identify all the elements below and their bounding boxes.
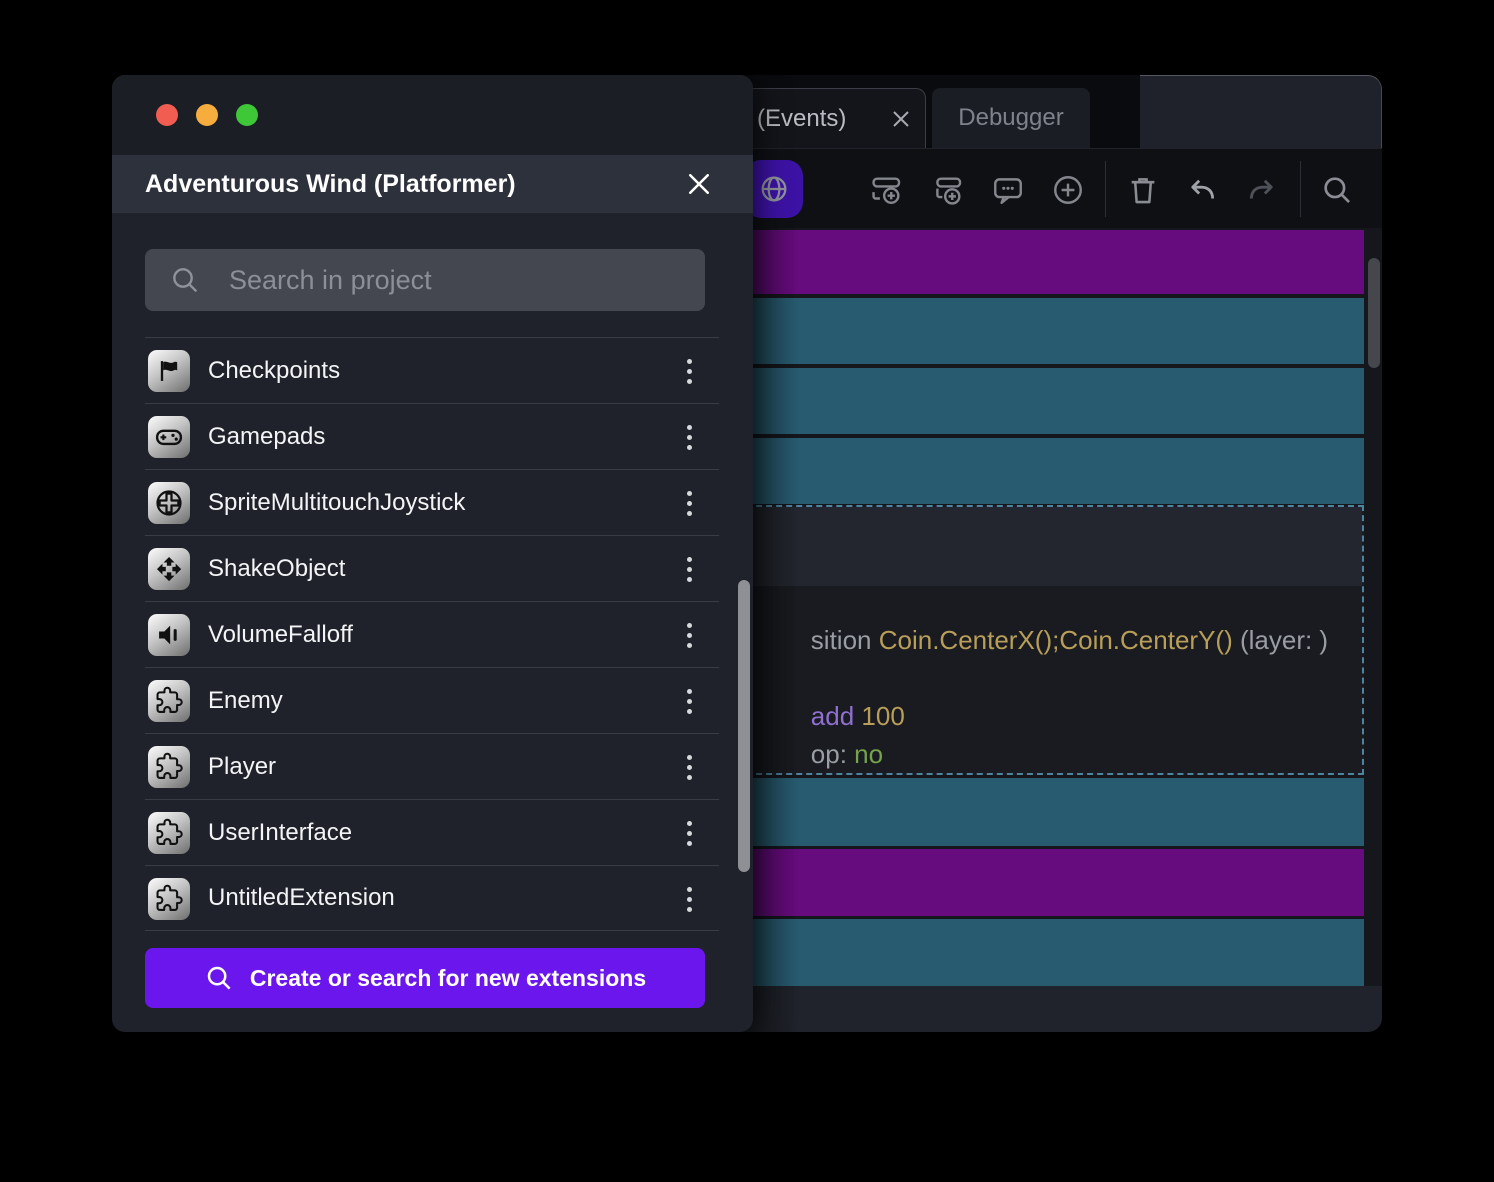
list-item-label: UserInterface [208,818,353,846]
search-icon [173,268,198,293]
dialog-scrollbar[interactable] [738,580,750,872]
toolbar-separator [1105,161,1106,217]
events-scrollbar[interactable] [1368,258,1380,368]
speaker-icon [159,625,177,645]
flag-icon [160,361,178,381]
item-menu-kebab-icon[interactable] [675,815,703,851]
add-circle-icon[interactable] [1051,173,1085,207]
move-arrows-icon [156,556,182,582]
tab-debugger[interactable]: Debugger [932,88,1090,148]
item-menu-kebab-icon[interactable] [675,485,703,521]
event-row-comment[interactable] [740,849,1364,916]
macos-zoom-button[interactable] [236,104,258,126]
redo-icon[interactable] [1245,173,1279,207]
puzzle-icon [156,884,183,911]
create-extension-label: Create or search for new extensions [249,964,647,991]
macos-close-button[interactable] [156,104,178,126]
events-editor-window: (Events) Debugger sition Coin.CenterX();… [740,75,1382,1032]
project-manager-dialog: Adventurous Wind (Platformer) Checkpoint… [112,75,753,1032]
close-tab-icon[interactable] [889,107,913,131]
item-menu-kebab-icon[interactable] [675,881,703,917]
event-row[interactable] [740,919,1364,986]
globe-icon [761,176,787,202]
list-item-label: SpriteMultitouchJoystick [208,488,466,516]
item-menu-kebab-icon[interactable] [675,353,703,389]
add-sub-event-icon[interactable] [931,173,965,207]
create-extension-button[interactable]: Create or search for new extensions [145,948,705,1008]
puzzle-icon [156,752,183,779]
list-item-label: Enemy [208,686,283,714]
list-item-label: UntitledExtension [208,884,395,911]
macos-titlebar [112,75,753,155]
puzzle-icon [156,818,183,845]
close-dialog-icon[interactable] [685,170,713,198]
event-conditions-area[interactable] [740,507,1362,586]
action-expression: Coin.CenterX();Coin.CenterY() [878,625,1233,655]
extensions-list: Checkpoints Gamepads SpriteMultitouchJoy… [112,337,753,931]
event-row[interactable] [740,778,1364,846]
events-toolbar [740,148,1382,228]
action-text-fragment: sition [810,625,879,655]
trash-icon[interactable] [1126,173,1160,207]
list-item-spritemultitouchjoystick[interactable]: SpriteMultitouchJoystick [145,469,719,535]
event-row-comment[interactable] [740,230,1364,294]
list-item-gamepads[interactable]: Gamepads [145,403,719,469]
tab-events-label: (Events) [757,104,847,132]
globe-button[interactable] [745,160,803,218]
list-item-player[interactable]: Player [145,733,719,799]
list-item-userinterface[interactable]: UserInterface [145,799,719,865]
tab-events[interactable]: (Events) [740,88,926,148]
macos-minimize-button[interactable] [196,104,218,126]
event-row-selected[interactable]: sition Coin.CenterX();Coin.CenterY() (la… [740,505,1364,775]
list-item-volumefalloff[interactable]: VolumeFalloff [145,601,719,667]
list-item-label: VolumeFalloff [208,620,353,648]
item-menu-kebab-icon[interactable] [675,551,703,587]
add-comment-icon[interactable] [991,173,1025,207]
list-item-untitledextension[interactable]: UntitledExtension [145,865,719,931]
list-item-checkpoints[interactable]: Checkpoints [145,337,719,403]
list-item-label: Gamepads [208,422,326,450]
project-search-box[interactable] [145,249,705,311]
sheet-bottom-strip [740,986,1382,1032]
dialog-header: Adventurous Wind (Platformer) [112,155,753,213]
event-row[interactable] [740,298,1364,364]
item-menu-kebab-icon[interactable] [675,617,703,653]
undo-icon[interactable] [1185,173,1219,207]
puzzle-icon [156,686,183,713]
event-row[interactable] [740,368,1364,434]
action-value: no [854,739,884,769]
toolbar-separator [1300,161,1301,217]
event-row[interactable] [740,438,1364,504]
search-icon [207,966,231,990]
tabbar-controls-panel [1140,75,1382,148]
search-input[interactable] [229,249,669,311]
list-item-enemy[interactable]: Enemy [145,667,719,733]
item-menu-kebab-icon[interactable] [675,683,703,719]
joystick-icon [156,490,182,516]
action-text-fragment: (layer: ) [1232,625,1329,655]
add-event-icon[interactable] [870,173,904,207]
list-item-label: Checkpoints [208,356,341,384]
list-item-label: ShakeObject [208,554,346,582]
list-item-shakeobject[interactable]: ShakeObject [145,535,719,601]
item-menu-kebab-icon[interactable] [675,749,703,785]
item-menu-kebab-icon[interactable] [675,419,703,455]
dialog-title: Adventurous Wind (Platformer) [145,169,516,198]
tab-debugger-label: Debugger [958,104,1064,131]
search-icon[interactable] [1320,173,1354,207]
action-text-fragment: op: [810,739,855,769]
list-item-label: Player [208,752,277,780]
gamepad-icon [155,429,183,446]
events-sheet: sition Coin.CenterX();Coin.CenterY() (la… [740,228,1382,1032]
